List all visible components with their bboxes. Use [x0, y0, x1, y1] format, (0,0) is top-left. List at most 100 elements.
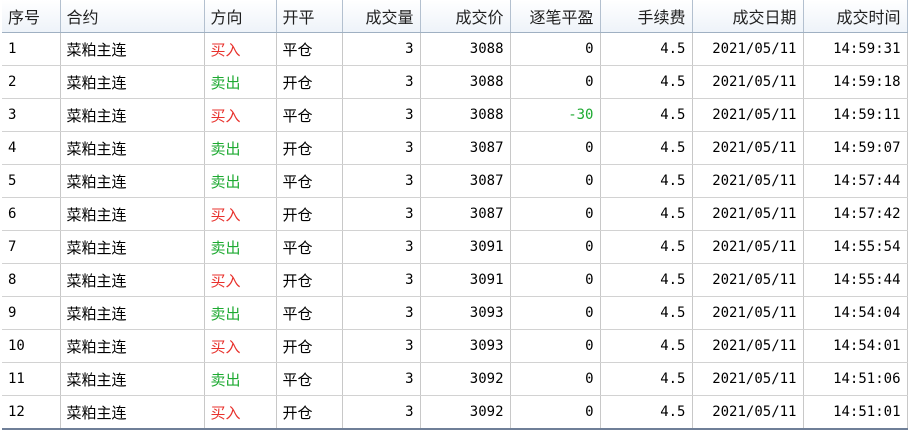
cell-pnl: 0: [510, 131, 601, 165]
cell-volume: 3: [342, 197, 421, 231]
cell-date: 2021/05/11: [692, 164, 804, 198]
cell-direction: 买入: [204, 32, 277, 66]
cell-volume: 3: [342, 296, 421, 330]
cell-contract: 菜粕主连: [60, 263, 205, 297]
cell-fee: 4.5: [600, 362, 693, 396]
cell-direction: 卖出: [204, 296, 277, 330]
cell-time: 14:54:04: [803, 296, 908, 330]
cell-time: 14:59:07: [803, 131, 908, 165]
cell-volume: 3: [342, 164, 421, 198]
table-row[interactable]: 9 菜粕主连 卖出 平仓 3 3093 0 4.5 2021/05/11 14:54:04: [2, 296, 908, 330]
table-row[interactable]: 7 菜粕主连 卖出 平仓 3 3091 0 4.5 2021/05/11 14:55:54: [2, 230, 908, 264]
column-header-contract[interactable]: 合约: [60, 0, 205, 33]
cell-fee: 4.5: [600, 395, 693, 430]
cell-time: 14:51:01: [803, 395, 908, 430]
table-row[interactable]: 4 菜粕主连 卖出 开仓 3 3087 0 4.5 2021/05/11 14:59:07: [2, 131, 908, 165]
cell-volume: 3: [342, 263, 421, 297]
cell-contract: 菜粕主连: [60, 65, 205, 99]
cell-no: 9: [2, 296, 61, 330]
table-row[interactable]: 6 菜粕主连 买入 开仓 3 3087 0 4.5 2021/05/11 14:57:42: [2, 197, 908, 231]
cell-direction: 卖出: [204, 164, 277, 198]
cell-date: 2021/05/11: [692, 329, 804, 363]
cell-date: 2021/05/11: [692, 98, 804, 132]
cell-date: 2021/05/11: [692, 362, 804, 396]
cell-no: 2: [2, 65, 61, 99]
cell-offset: 开仓: [276, 329, 343, 363]
column-header-direction[interactable]: 方向: [204, 0, 277, 33]
cell-time: 14:54:01: [803, 329, 908, 363]
cell-price: 3093: [420, 329, 511, 363]
cell-time: 14:57:42: [803, 197, 908, 231]
cell-price: 3087: [420, 164, 511, 198]
cell-fee: 4.5: [600, 65, 693, 99]
cell-price: 3088: [420, 32, 511, 66]
cell-date: 2021/05/11: [692, 395, 804, 430]
cell-price: 3091: [420, 230, 511, 264]
cell-date: 2021/05/11: [692, 296, 804, 330]
column-header-price[interactable]: 成交价: [420, 0, 511, 33]
cell-contract: 菜粕主连: [60, 98, 205, 132]
cell-volume: 3: [342, 362, 421, 396]
cell-time: 14:59:31: [803, 32, 908, 66]
cell-date: 2021/05/11: [692, 263, 804, 297]
column-header-time[interactable]: 成交时间: [803, 0, 908, 33]
cell-price: 3091: [420, 263, 511, 297]
cell-fee: 4.5: [600, 296, 693, 330]
cell-price: 3087: [420, 197, 511, 231]
cell-fee: 4.5: [600, 98, 693, 132]
cell-no: 6: [2, 197, 61, 231]
cell-contract: 菜粕主连: [60, 197, 205, 231]
cell-fee: 4.5: [600, 263, 693, 297]
cell-pnl: 0: [510, 329, 601, 363]
cell-contract: 菜粕主连: [60, 329, 205, 363]
cell-fee: 4.5: [600, 230, 693, 264]
cell-contract: 菜粕主连: [60, 296, 205, 330]
cell-offset: 开仓: [276, 65, 343, 99]
cell-pnl: 0: [510, 32, 601, 66]
cell-pnl: -30: [510, 98, 601, 132]
table-row[interactable]: 10 菜粕主连 买入 开仓 3 3093 0 4.5 2021/05/11 14:54:01: [2, 329, 908, 363]
cell-time: 14:55:44: [803, 263, 908, 297]
table-row[interactable]: 2 菜粕主连 卖出 开仓 3 3088 0 4.5 2021/05/11 14:59:18: [2, 65, 908, 99]
cell-price: 3092: [420, 395, 511, 430]
cell-date: 2021/05/11: [692, 197, 804, 231]
cell-contract: 菜粕主连: [60, 131, 205, 165]
cell-pnl: 0: [510, 395, 601, 430]
table-row[interactable]: 1 菜粕主连 买入 平仓 3 3088 0 4.5 2021/05/11 14:59:31: [2, 32, 908, 66]
column-header-no[interactable]: 序号: [2, 0, 61, 33]
cell-date: 2021/05/11: [692, 32, 804, 66]
cell-volume: 3: [342, 32, 421, 66]
cell-offset: 开仓: [276, 131, 343, 165]
column-header-offset[interactable]: 开平: [276, 0, 343, 33]
column-header-pnl[interactable]: 逐笔平盈: [510, 0, 601, 33]
table-row[interactable]: 11 菜粕主连 卖出 平仓 3 3092 0 4.5 2021/05/11 14:51:06: [2, 362, 908, 396]
cell-date: 2021/05/11: [692, 230, 804, 264]
cell-price: 3088: [420, 65, 511, 99]
cell-no: 7: [2, 230, 61, 264]
table-body: 1 菜粕主连 买入 平仓 3 3088 0 4.5 2021/05/11 14:59:31 2 菜粕主…: [2, 32, 908, 430]
cell-direction: 买入: [204, 395, 277, 430]
cell-direction: 买入: [204, 98, 277, 132]
column-header-volume[interactable]: 成交量: [342, 0, 421, 33]
cell-offset: 平仓: [276, 230, 343, 264]
cell-price: 3092: [420, 362, 511, 396]
cell-volume: 3: [342, 230, 421, 264]
cell-direction: 买入: [204, 263, 277, 297]
cell-offset: 平仓: [276, 164, 343, 198]
table-row[interactable]: 5 菜粕主连 卖出 平仓 3 3087 0 4.5 2021/05/11 14:57:44: [2, 164, 908, 198]
cell-time: 14:59:11: [803, 98, 908, 132]
column-header-fee[interactable]: 手续费: [600, 0, 693, 33]
table-row[interactable]: 12 菜粕主连 买入 开仓 3 3092 0 4.5 2021/05/11 14:51:01: [2, 395, 908, 430]
table-row[interactable]: 8 菜粕主连 买入 开仓 3 3091 0 4.5 2021/05/11 14:55:44: [2, 263, 908, 297]
cell-fee: 4.5: [600, 32, 693, 66]
column-header-date[interactable]: 成交日期: [692, 0, 804, 33]
cell-no: 8: [2, 263, 61, 297]
cell-time: 14:59:18: [803, 65, 908, 99]
header-row: 序号 合约 方向 开平 成交量 成交价 逐笔平盈 手续费 成交日期 成交时间: [2, 0, 908, 33]
table-row[interactable]: 3 菜粕主连 买入 平仓 3 3088 -30 4.5 2021/05/11 14:59:11: [2, 98, 908, 132]
cell-contract: 菜粕主连: [60, 230, 205, 264]
cell-pnl: 0: [510, 362, 601, 396]
cell-pnl: 0: [510, 296, 601, 330]
cell-pnl: 0: [510, 164, 601, 198]
cell-no: 3: [2, 98, 61, 132]
